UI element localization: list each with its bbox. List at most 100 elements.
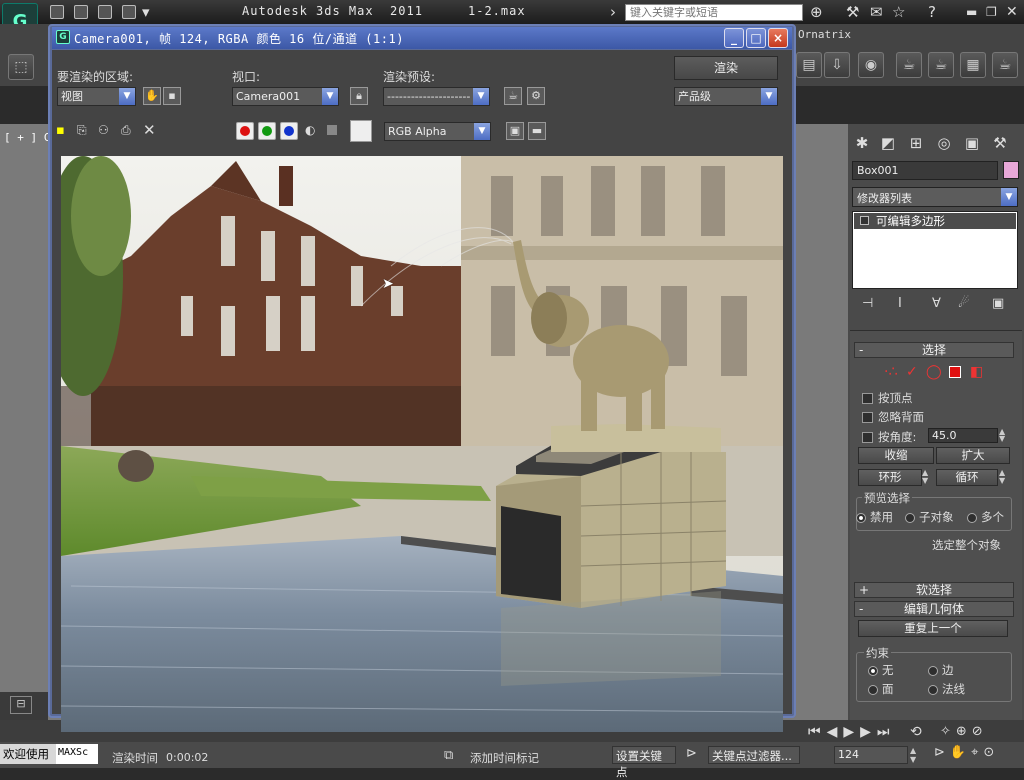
minimize-app-button[interactable]: ▬ [966, 3, 977, 21]
edit-region-icon[interactable]: ✋ [143, 87, 161, 105]
utilities-tab-icon[interactable]: ⚒ [988, 132, 1012, 154]
help-icon[interactable]: ? [928, 3, 936, 21]
viewport-nav-top[interactable]: ✧⊕⊘ [940, 724, 988, 739]
by-vertex-checkbox[interactable]: 按顶点 [862, 390, 913, 406]
binoculars-icon[interactable]: ⊕ [810, 3, 823, 21]
show-end-result-icon[interactable]: Ⅰ [898, 296, 902, 311]
edge-subobject-icon[interactable]: ✓ [906, 364, 918, 380]
ring-button[interactable]: 环形 [858, 469, 922, 486]
dialog-minimize-button[interactable]: _ [724, 28, 744, 48]
toggle-ui-icon[interactable]: ▬ [528, 122, 546, 140]
preview-disabled-radio[interactable]: 禁用 [856, 509, 893, 525]
create-tab-icon[interactable]: ✱ [850, 132, 874, 154]
render-setup-icon[interactable]: ☕ [896, 52, 922, 78]
edit-geometry-rollout-header[interactable]: - 编辑几何体 [854, 601, 1014, 617]
angle-value-spinner[interactable]: 45.0 [928, 428, 998, 443]
border-subobject-icon[interactable]: ◯ [926, 364, 942, 380]
set-key-button[interactable]: 设置关键点 [612, 746, 676, 779]
object-color-swatch[interactable] [1003, 161, 1019, 179]
loop-button[interactable]: 循环 [936, 469, 998, 486]
current-frame-field[interactable]: 124 [834, 746, 908, 764]
dialog-title-bar[interactable]: G Camera001, 帧 124, RGBA 颜色 16 位/通道 (1:1… [52, 27, 792, 49]
render-button[interactable]: 渲染 [674, 56, 778, 80]
viewport-label[interactable]: [ + ] C [4, 131, 50, 144]
selection-rollout-header[interactable]: - 选择 [854, 342, 1014, 358]
pin-stack-icon[interactable]: ⊣ [862, 296, 873, 311]
vertex-subobject-icon[interactable]: ·∴ [884, 364, 897, 380]
project-folder-icon[interactable] [122, 5, 136, 19]
clear-icon[interactable]: ✕ [143, 121, 156, 139]
shrink-button[interactable]: 收缩 [858, 447, 934, 464]
expand-icon[interactable] [860, 216, 869, 225]
viewport-dropdown[interactable]: Camera001 ▼ [232, 87, 339, 106]
alpha-channel-icon[interactable]: ◐ [305, 123, 315, 137]
channel-display-dropdown[interactable]: RGB Alpha ▼ [384, 122, 491, 141]
auto-region-icon[interactable]: ▪ [163, 87, 181, 105]
communication-center-icon[interactable]: ✉ [870, 3, 883, 21]
clone-frame-window-icon[interactable]: ⚇ [98, 123, 109, 137]
frame-spinner-arrows[interactable]: ▲ ▼ [910, 746, 922, 764]
viewport-nav-bottom[interactable]: ⊳✋⌖⊙ [934, 745, 999, 760]
mini-listener-icon[interactable]: ⊟ [10, 696, 32, 714]
soft-selection-rollout-header[interactable]: + 软选择 [854, 582, 1014, 598]
new-file-icon[interactable] [50, 5, 64, 19]
search-input[interactable] [625, 4, 803, 21]
constraint-normal-radio[interactable]: 法线 [928, 681, 965, 697]
configure-modifier-sets-icon[interactable]: ▣ [992, 296, 1004, 311]
ring-spinner-arrows[interactable]: ▲ ▼ [922, 469, 932, 486]
render-production-icon[interactable]: ▦ [960, 52, 986, 78]
remove-modifier-icon[interactable]: ☄ [958, 296, 970, 311]
blue-channel-button[interactable] [280, 122, 298, 140]
constraint-face-radio[interactable]: 面 [868, 681, 894, 697]
red-channel-button[interactable] [236, 122, 254, 140]
toggle-ui-overlay-icon[interactable]: ▣ [506, 122, 524, 140]
render-setup-icon[interactable]: ☕ [504, 87, 522, 105]
close-app-button[interactable]: ✕ [1006, 3, 1018, 21]
stack-item-editable-poly[interactable]: 可编辑多边形 [854, 213, 1016, 229]
constraint-none-radio[interactable]: 无 [868, 662, 894, 678]
subscription-icon[interactable]: ⚒ [846, 3, 859, 21]
save-file-icon[interactable] [98, 5, 112, 19]
green-channel-button[interactable] [258, 122, 276, 140]
modify-tab-icon[interactable]: ◩ [876, 132, 900, 154]
area-to-render-dropdown[interactable]: 视图 ▼ [57, 87, 136, 106]
preview-subobject-radio[interactable]: 子对象 [905, 509, 954, 525]
grow-button[interactable]: 扩大 [936, 447, 1010, 464]
dialog-close-button[interactable]: × [768, 28, 788, 48]
dialog-maximize-button[interactable]: □ [746, 28, 766, 48]
ignore-backfacing-checkbox[interactable]: 忽略背面 [862, 409, 924, 425]
curve-editor-icon[interactable]: ⇩ [824, 52, 850, 78]
preview-multi-radio[interactable]: 多个 [967, 509, 1004, 525]
add-time-tag-button[interactable]: 添加时间标记 [470, 750, 539, 766]
time-tag-icon[interactable]: ⧉ [444, 748, 453, 763]
rendered-image[interactable] [61, 156, 783, 732]
material-editor-icon[interactable]: ◉ [858, 52, 884, 78]
monochrome-icon[interactable] [327, 125, 337, 135]
favorites-icon[interactable]: ☆ [892, 3, 905, 21]
key-mode-icon[interactable]: ⟲ [910, 724, 922, 740]
lock-viewport-icon[interactable]: 🔒︎ [350, 87, 368, 105]
select-region-icon[interactable]: ⬚ [8, 54, 34, 80]
constraint-edge-radio[interactable]: 边 [928, 662, 954, 678]
polygon-subobject-icon[interactable] [949, 366, 961, 378]
element-subobject-icon[interactable]: ◧ [970, 364, 983, 380]
print-image-icon[interactable]: ⎙ [121, 123, 131, 138]
repeat-last-button[interactable]: 重复上一个 [858, 620, 1008, 637]
quick-access-dropdown-icon[interactable]: ▾ [142, 3, 150, 21]
maxscript-listener-field[interactable]: MAXSc [56, 744, 98, 764]
loop-spinner-arrows[interactable]: ▲ ▼ [999, 469, 1009, 486]
by-angle-checkbox[interactable]: 按角度: [862, 429, 916, 445]
set-key-icon[interactable]: ⊳ [686, 746, 697, 761]
named-selection-icon[interactable]: ▤ [796, 52, 822, 78]
key-filters-button[interactable]: 关键点过滤器... [708, 746, 800, 764]
restore-app-button[interactable]: ❐ [986, 3, 997, 21]
render-quality-dropdown[interactable]: 产品级 ▼ [674, 87, 778, 106]
modifier-list-dropdown[interactable]: 修改器列表 ▼ [852, 187, 1018, 207]
playback-controls[interactable]: ⏮◀▶▶⏭ [808, 724, 896, 740]
make-unique-icon[interactable]: ∀ [932, 296, 941, 311]
select-whole-object-label[interactable]: 选定整个对象 [932, 537, 1001, 553]
environment-effects-icon[interactable]: ⚙ [527, 87, 545, 105]
save-image-icon[interactable]: ▪ [56, 123, 65, 138]
swatch-color[interactable] [350, 120, 372, 142]
open-file-icon[interactable] [74, 5, 88, 19]
